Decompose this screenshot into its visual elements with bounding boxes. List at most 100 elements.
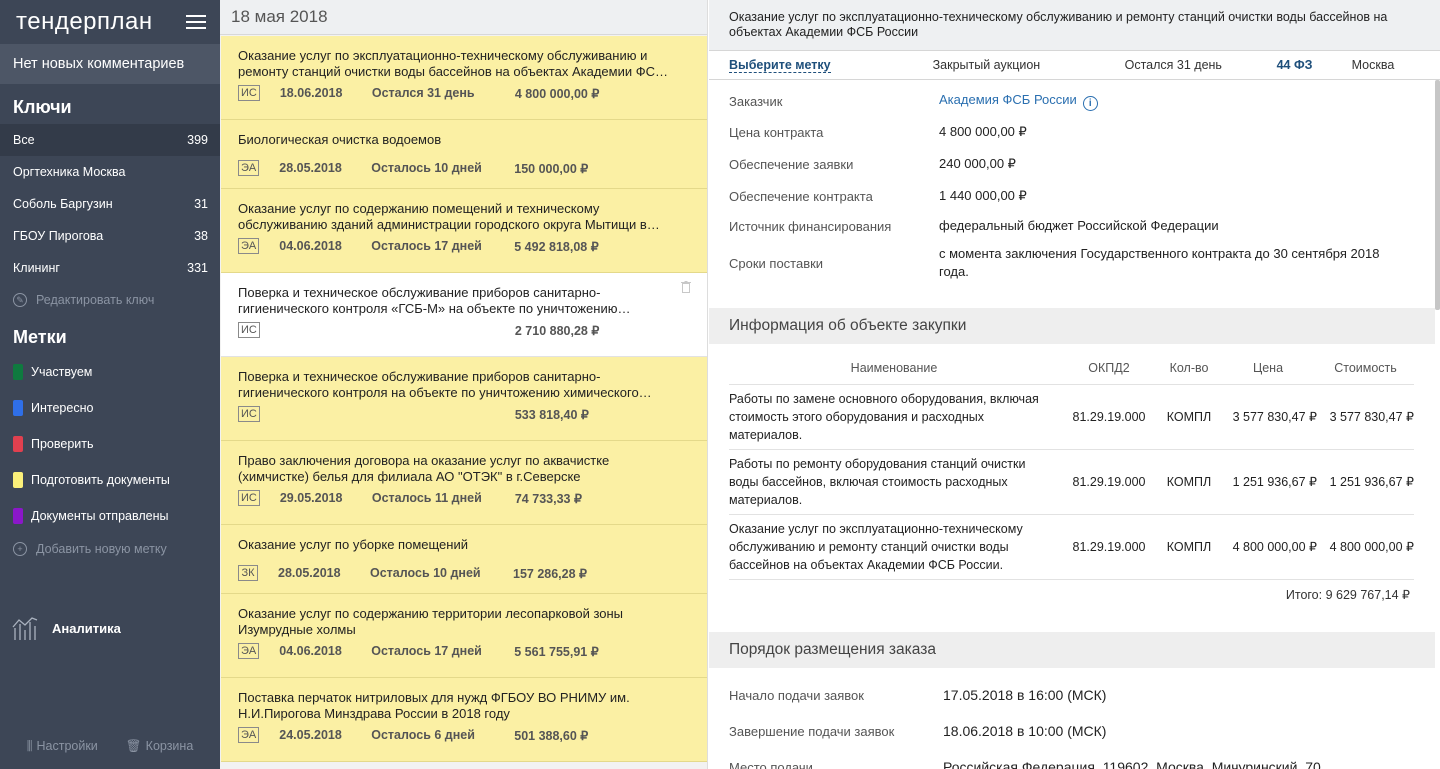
cell-qty: КОМПЛ [1159, 384, 1219, 450]
card-meta: ЭА 28.05.2018 Осталось 10 дней 150 000,0… [238, 158, 691, 178]
edit-key-link[interactable]: ✎ Редактировать ключ [0, 284, 220, 316]
key-item[interactable]: ГБОУ Пирогова 38 [0, 220, 220, 252]
list-date-header: 18 мая 2018 [220, 0, 707, 35]
procedure-badge: ИС [238, 85, 260, 101]
add-tag-link[interactable]: + Добавить новую метку [0, 534, 220, 564]
tender-card[interactable]: Оказание услуг по уборке помещений ЗК 28… [221, 525, 707, 594]
card-price: 157 286,28 ₽ [513, 566, 587, 581]
items-table: Наименование ОКПД2 Кол-во Цена Стоимость… [729, 352, 1414, 580]
law-link[interactable]: 44 ФЗ [1277, 58, 1352, 72]
key-item[interactable]: Соболь Баргузин 31 [0, 188, 220, 220]
scrollbar[interactable] [1435, 80, 1440, 310]
table-row: Оказание услуг по эксплуатационно-технич… [729, 514, 1414, 580]
card-price: 5 492 818,08 ₽ [514, 239, 599, 254]
order-label: Завершение подачи заявок [729, 723, 895, 739]
card-meta: ЭА 04.06.2018 Осталось 17 дней 5 561 755… [238, 641, 691, 661]
info-value: Академия ФСБ России i [939, 91, 1098, 112]
card-price: 533 818,40 ₽ [514, 407, 589, 422]
column-header: Наименование [729, 352, 1059, 385]
card-remaining: Осталось 11 дней [371, 491, 482, 505]
trash-icon[interactable] [681, 281, 691, 293]
card-remaining: Осталось 10 дней [370, 566, 481, 580]
tag-label: Интересно [31, 401, 94, 415]
cell-price: 3 577 830,47 ₽ [1219, 384, 1317, 450]
order-label: Начало подачи заявок [729, 687, 864, 703]
tag-item[interactable]: Подготовить документы [0, 462, 220, 498]
card-meta: ЭА 24.05.2018 Осталось 6 дней 501 388,60… [238, 725, 691, 745]
card-date: 28.05.2018 [278, 566, 341, 580]
order-value: 17.05.2018 в 16:00 (МСК) [943, 687, 1107, 703]
tender-detail: Оказание услуг по эксплуатационно-технич… [709, 0, 1440, 769]
info-row: Обеспечение заявки 240 000,00 ₽ [709, 154, 1016, 174]
info-icon[interactable]: i [1082, 96, 1098, 112]
settings-label: Настройки [36, 739, 98, 753]
card-meta: ИС 533 818,40 ₽ [238, 404, 691, 424]
info-value: федеральный бюджет Российской Федерации [939, 218, 1219, 233]
comments-notice[interactable]: Нет новых комментариев [0, 44, 220, 84]
info-row: Источник финансирования федеральный бюдж… [709, 216, 1219, 236]
tender-card[interactable]: Оказание услуг по содержанию помещений и… [221, 189, 707, 273]
procedure-badge: ИС [238, 406, 260, 422]
tag-color-swatch [13, 508, 23, 524]
tags-title: Метки [13, 327, 67, 347]
settings-button[interactable]: ⫼ Настройки [27, 739, 98, 754]
logo[interactable]: тендерплан [16, 8, 153, 36]
add-tag-label: Добавить новую метку [36, 542, 167, 556]
tender-card[interactable]: Оказание услуг по содержанию территории … [221, 594, 707, 678]
procedure-badge: ЭА [238, 727, 260, 743]
info-value: с момента заключения Государственного ко… [939, 246, 1380, 279]
key-label: Соболь Баргузин [13, 197, 113, 211]
key-label: Оргтехника Москва [13, 165, 126, 179]
remaining-days: Остался 31 день [1124, 58, 1222, 72]
key-item[interactable]: Оргтехника Москва [0, 156, 220, 188]
menu-icon[interactable] [186, 15, 206, 29]
tender-card[interactable]: Поверка и техническое обслуживание прибо… [221, 357, 707, 441]
info-row: Цена контракта 4 800 000,00 ₽ [709, 122, 1027, 142]
analytics-link[interactable]: Аналитика [0, 610, 220, 646]
tag-item[interactable]: Участвуем [0, 354, 220, 390]
procedure-type: Закрытый аукцион [932, 58, 1041, 72]
key-label: Все [13, 133, 35, 147]
order-value: Российская Федерация, 119602, Москва, Ми… [943, 759, 1321, 769]
tender-card-selected[interactable]: Поверка и техническое обслуживание прибо… [221, 273, 707, 357]
tender-card[interactable]: Оказание услуг по эксплуатационно-технич… [221, 36, 707, 120]
choose-tag-link[interactable]: Выберите метку [729, 58, 831, 73]
card-title: Оказание услуг по уборке помещений [238, 537, 468, 552]
key-item-all[interactable]: Все 399 [0, 124, 220, 156]
info-row: Обеспечение контракта 1 440 000,00 ₽ [709, 186, 1027, 206]
card-meta: ЭА 04.06.2018 Осталось 17 дней 5 492 818… [238, 236, 691, 256]
card-date: 18.06.2018 [279, 86, 343, 100]
card-price: 5 561 755,91 ₽ [514, 644, 599, 659]
detail-summary-bar: Выберите метку Закрытый аукцион Остался … [709, 50, 1440, 80]
sidebar: тендерплан Нет новых комментариев Ключи … [0, 0, 220, 769]
tender-card[interactable]: Право заключения договора на оказание ус… [221, 441, 707, 525]
table-row: Работы по ремонту оборудования станций о… [729, 449, 1414, 515]
cell-cost: 1 251 936,67 ₽ [1317, 449, 1414, 515]
tag-label: Подготовить документы [31, 473, 170, 487]
card-meta: ИС 18.06.2018 Остался 31 день 4 800 000,… [238, 83, 691, 103]
key-item[interactable]: Клининг 331 [0, 252, 220, 284]
tag-item[interactable]: Документы отправлены [0, 498, 220, 534]
tag-item[interactable]: Проверить [0, 426, 220, 462]
card-price: 4 800 000,00 ₽ [514, 86, 600, 101]
tender-card[interactable]: Биологическая очистка водоемов ЭА 28.05.… [221, 120, 707, 189]
customer-link[interactable]: Академия ФСБ России [939, 92, 1077, 107]
order-row: Завершение подачи заявок 18.06.2018 в 10… [709, 721, 1106, 741]
tender-card[interactable]: Поставка перчаток нитриловых для нужд ФГ… [221, 678, 707, 762]
key-count: 331 [187, 261, 208, 275]
cell-qty: КОМПЛ [1159, 449, 1219, 515]
tag-item[interactable]: Интересно [0, 390, 220, 426]
trash-icon: 🗑 [125, 738, 142, 753]
card-remaining: Остался 31 день [371, 86, 475, 100]
tag-color-swatch [13, 400, 23, 416]
items-total: Итого: 9 629 767,14 ₽ [1285, 588, 1410, 602]
card-price: 501 388,60 ₽ [514, 728, 589, 743]
column-header: Кол-во [1159, 352, 1219, 385]
info-row-customer: Заказчик Академия ФСБ России i [709, 91, 1098, 112]
order-row: Место подачи Российская Федерация, 11960… [709, 757, 1321, 769]
cell-okpd: 81.29.19.000 [1059, 514, 1159, 580]
trash-button[interactable]: 🗑 Корзина [126, 739, 194, 754]
cell-name: Оказание услуг по эксплуатационно-технич… [729, 514, 1059, 580]
card-date: 29.05.2018 [279, 491, 343, 505]
cell-cost: 4 800 000,00 ₽ [1317, 514, 1414, 580]
